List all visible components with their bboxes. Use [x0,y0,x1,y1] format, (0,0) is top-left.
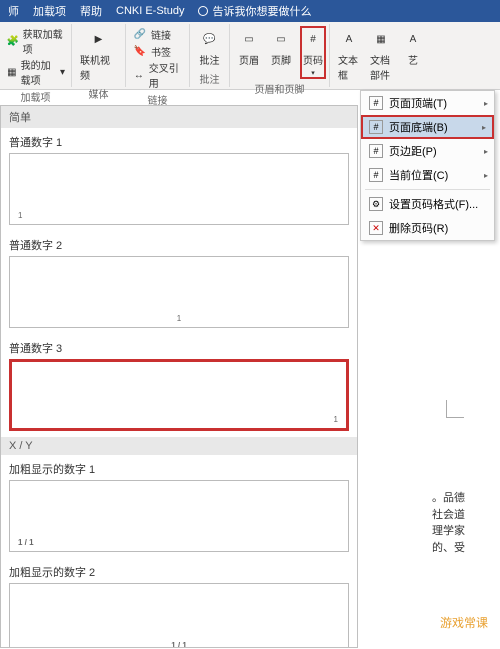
ribbon-group-header-footer: ▭页眉 ▭页脚 #页码▾ 页眉和页脚 [230,24,330,87]
tab-item[interactable]: 加载项 [33,3,66,19]
bookmark-button[interactable]: 🔖书签 [132,43,183,59]
footer-button[interactable]: ▭页脚 [268,26,294,69]
gallery-item-title: 加粗显示的数字 2 [9,564,349,580]
online-video-button[interactable]: ▶ 联机视频 [78,26,119,84]
gallery-header: X / Y [1,437,357,455]
gallery-header: 简单 [1,106,357,128]
ribbon-group-links: 🔗链接 🔖书签 ↔交叉引用 链接 [126,24,190,87]
gallery-item-title: 普通数字 1 [9,134,349,150]
document-text: 。品德 社会道 理学家 的、受 [432,490,492,556]
gallery-item[interactable]: 加粗显示的数字 1 1 / 1 [1,455,357,558]
my-addins-button[interactable]: ▦我的加载项 ▾ [6,57,65,87]
remove-icon: ✕ [369,221,383,235]
dropdown-item-margin[interactable]: #页边距(P)▸ [361,139,494,163]
get-addins-button[interactable]: 🧩获取加载项 [6,26,65,56]
chevron-right-icon: ▸ [484,147,488,156]
gallery-item-title: 普通数字 3 [9,340,349,356]
chevron-right-icon: ▸ [484,171,488,180]
group-label: 加载项 [6,89,65,104]
pagenum-icon: # [302,28,324,50]
wordart-icon: A [402,28,424,50]
gallery-item[interactable]: 加粗显示的数字 2 1 / 1 [1,558,357,648]
comment-button[interactable]: 💬 批注 [196,26,223,69]
preview: 1 [9,153,349,225]
dropdown-item-top[interactable]: #页面顶端(T)▸ [361,91,494,115]
comment-icon: 💬 [199,28,221,50]
watermark: 游戏常课 [440,614,488,631]
dropdown-item-bottom[interactable]: #页面底端(B)▸ [361,115,494,139]
ribbon: 🧩获取加载项 ▦我的加载项 ▾ 加载项 ▶ 联机视频 媒体 🔗链接 🔖书签 ↔交… [0,22,500,90]
gallery-item-title: 普通数字 2 [9,237,349,253]
gallery-item[interactable]: 普通数字 1 1 [1,128,357,231]
dropdown-item-current[interactable]: #当前位置(C)▸ [361,163,494,187]
parts-icon: ▦ [370,28,392,50]
group-label: 页眉和页脚 [236,81,323,96]
preview: 1 [9,256,349,328]
page-margin-icon: # [369,144,383,158]
header-button[interactable]: ▭页眉 [236,26,262,69]
chevron-right-icon: ▸ [484,99,488,108]
pagenum-dropdown: #页面顶端(T)▸ #页面底端(B)▸ #页边距(P)▸ #当前位置(C)▸ ⚙… [360,90,495,241]
lightbulb-icon [198,6,208,16]
header-icon: ▭ [238,28,260,50]
video-icon: ▶ [88,28,110,50]
format-icon: ⚙ [369,197,383,211]
dropdown-item-format[interactable]: ⚙设置页码格式(F)... [361,192,494,216]
page-bottom-icon: # [369,120,383,134]
gallery-item-title: 加粗显示的数字 1 [9,461,349,477]
page-top-icon: # [369,96,383,110]
addins-icon: ▦ [6,64,18,80]
dropdown-item-remove[interactable]: ✕删除页码(R) [361,216,494,240]
title-bar: 师 加载项 帮助 CNKI E-Study 告诉我你想要做什么 [0,0,500,22]
group-label: 批注 [196,71,223,86]
xref-icon: ↔ [132,67,146,83]
xref-button[interactable]: ↔交叉引用 [132,60,183,90]
page-number-button[interactable]: #页码▾ [300,26,326,79]
ribbon-group-text: A文本框 ▦文档部件 A艺 [330,24,420,87]
gallery-item[interactable]: 普通数字 3 1 [1,334,357,437]
page-current-icon: # [369,168,383,182]
corner-mark [446,400,464,418]
bookmark-icon: 🔖 [132,43,148,59]
gallery-item[interactable]: 普通数字 2 1 [1,231,357,334]
tab-item[interactable]: 帮助 [80,3,102,19]
ribbon-group-comments: 💬 批注 批注 [190,24,230,87]
pagenum-gallery: 简单 普通数字 1 1 普通数字 2 1 普通数字 3 1 X / Y 加粗显示… [0,105,358,648]
group-label: 媒体 [78,86,119,101]
tab-item[interactable]: 师 [8,3,19,19]
footer-icon: ▭ [270,28,292,50]
preview: 1 / 1 [9,480,349,552]
tell-me-search[interactable]: 告诉我你想要做什么 [198,3,311,19]
ribbon-group-addins: 🧩获取加载项 ▦我的加载项 ▾ 加载项 [0,24,72,87]
link-icon: 🔗 [132,26,148,42]
ribbon-group-media: ▶ 联机视频 媒体 [72,24,126,87]
store-icon: 🧩 [6,33,20,49]
preview: 1 / 1 [9,583,349,648]
textbox-button[interactable]: A文本框 [336,26,362,84]
separator [365,189,490,190]
quickparts-button[interactable]: ▦文档部件 [368,26,394,84]
chevron-right-icon: ▸ [482,123,486,132]
link-button[interactable]: 🔗链接 [132,26,183,42]
tab-item[interactable]: CNKI E-Study [116,5,184,17]
preview-selected: 1 [9,359,349,431]
textbox-icon: A [338,28,360,50]
wordart-button[interactable]: A艺 [400,26,426,69]
